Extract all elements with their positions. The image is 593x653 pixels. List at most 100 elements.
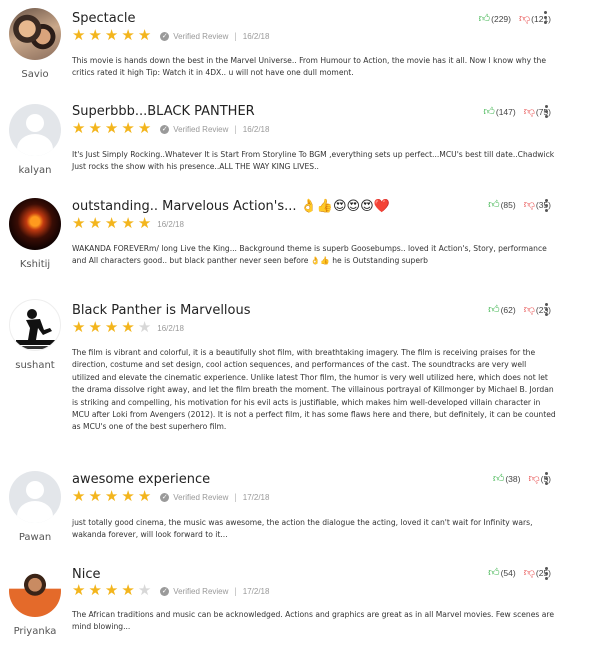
check-circle-icon: ✓: [160, 492, 170, 502]
thumbs-up-icon[interactable]: 👍︎: [479, 12, 491, 25]
avatar[interactable]: [9, 198, 61, 250]
kebab-menu-icon[interactable]: [544, 11, 548, 24]
kebab-menu-icon[interactable]: [545, 105, 549, 118]
vote-bar: 👍︎ (147) 👎︎ (75): [483, 105, 551, 118]
reviewer: Savio: [6, 8, 64, 80]
verified-label: Verified Review: [173, 492, 229, 502]
kebab-menu-icon[interactable]: [545, 199, 549, 212]
thumbs-down-icon[interactable]: 👎︎: [524, 303, 535, 316]
star-icon: ★: [88, 488, 102, 505]
divider: |: [234, 31, 237, 41]
vote-bar: 👍︎ (54) 👎︎ (25): [488, 566, 551, 579]
thumbs-down-icon[interactable]: 👎︎: [519, 12, 530, 25]
username[interactable]: Pawan: [6, 532, 64, 543]
divider: |: [234, 586, 237, 596]
star-rating: ★ ★ ★ ★ ★: [72, 120, 151, 137]
review-text: It's Just Simply Rocking..Whatever It is…: [72, 150, 555, 172]
reviewer: Kshitij: [6, 198, 64, 270]
username[interactable]: sushant: [6, 360, 64, 371]
kebab-menu-icon[interactable]: [545, 303, 549, 316]
review-title: Nice: [72, 567, 101, 582]
review-title: outstanding.. Marvelous Action's... 👌👍😍😍…: [72, 199, 390, 214]
review-meta: ★ ★ ★ ★ ★ ✓ Verified Review | 17/2/18: [72, 582, 270, 599]
review-meta: ★ ★ ★ ★ ★ 16/2/18: [72, 319, 184, 336]
review-date: 16/2/18: [157, 219, 184, 229]
review-date: 17/2/18: [242, 586, 270, 596]
username[interactable]: Savio: [6, 69, 64, 80]
username[interactable]: kalyan: [6, 165, 64, 176]
reviewer: sushant: [6, 299, 64, 371]
verified-label: Verified Review: [173, 586, 229, 596]
star-icon: ★: [104, 488, 119, 505]
divider: |: [234, 492, 237, 502]
star-icon: ★: [121, 319, 135, 336]
thumbs-down-icon[interactable]: 👎︎: [524, 198, 535, 211]
username[interactable]: Priyanka: [6, 626, 64, 637]
star-icon: ★: [88, 319, 102, 336]
kebab-menu-icon[interactable]: [545, 472, 549, 485]
star-rating: ★ ★ ★ ★ ★: [72, 215, 152, 232]
review-meta: ★ ★ ★ ★ ★ ✓ Verified Review | 16/2/18: [72, 27, 270, 44]
review-text: just totally good cinema, the music was …: [72, 518, 533, 540]
reviewer: Priyanka: [6, 565, 64, 637]
avatar[interactable]: [9, 104, 61, 156]
thumbs-up-icon[interactable]: 👍︎: [493, 472, 505, 485]
star-icon: ★: [104, 120, 119, 137]
review-text: This movie is hands down the best in the…: [72, 56, 547, 78]
upvote-count: (54): [500, 567, 516, 578]
star-icon: ★: [121, 27, 135, 44]
check-circle-icon: ✓: [160, 124, 170, 134]
username[interactable]: Kshitij: [6, 259, 64, 270]
thumbs-up-icon[interactable]: 👍︎: [488, 198, 500, 211]
review-text: WAKANDA FOREVERm/ long Live the King... …: [72, 244, 547, 266]
review-card: Priyanka Nice ★ ★ ★ ★ ★ ✓ Verified Revie…: [0, 562, 593, 653]
thumbs-down-icon[interactable]: 👎︎: [524, 566, 535, 579]
star-icon: ★: [104, 27, 119, 44]
star-icon: ★: [137, 215, 152, 232]
vote-bar: 👍︎ (229) 👎︎ (121): [479, 12, 551, 25]
check-circle-icon: ✓: [160, 31, 170, 41]
star-icon: ★: [137, 488, 152, 505]
star-icon: ★: [104, 582, 119, 599]
thumbs-up-icon[interactable]: 👍︎: [488, 303, 500, 316]
vote-bar: 👍︎ (38) 👎︎ (5): [493, 472, 551, 485]
star-icon: ★: [121, 582, 135, 599]
avatar[interactable]: [9, 8, 61, 60]
avatar[interactable]: [9, 471, 61, 523]
downvote-count: (121): [531, 13, 551, 24]
thumbs-down-icon[interactable]: 👎︎: [524, 105, 535, 118]
vote-bar: 👍︎ (62) 👎︎ (23): [488, 303, 551, 316]
review-meta: ★ ★ ★ ★ ★ ✓ Verified Review | 17/2/18: [72, 488, 270, 505]
star-icon: ★: [72, 488, 86, 505]
avatar[interactable]: [9, 565, 61, 617]
star-icon: ★: [121, 120, 135, 137]
review-date: 17/2/18: [242, 492, 270, 502]
review-title: Superbbb...BLACK PANTHER: [72, 104, 255, 119]
review-text: The African traditions and music can be …: [72, 610, 555, 632]
review-date: 16/2/18: [242, 124, 270, 134]
verified-badge: ✓ Verified Review: [160, 31, 228, 41]
review-meta: ★ ★ ★ ★ ★ 16/2/18: [72, 215, 184, 232]
review-meta: ★ ★ ★ ★ ★ ✓ Verified Review | 16/2/18: [72, 120, 270, 137]
thumbs-up-icon[interactable]: 👍︎: [488, 566, 500, 579]
thumbs-up-icon[interactable]: 👍︎: [483, 105, 495, 118]
star-rating: ★ ★ ★ ★ ★: [72, 27, 151, 44]
review-date: 16/2/18: [157, 323, 184, 333]
review-title: awesome experience: [72, 472, 211, 487]
vote-bar: 👍︎ (85) 👎︎ (35): [488, 198, 551, 211]
star-icon: ★: [72, 319, 86, 336]
review-title: Spectacle: [72, 11, 136, 26]
review-card: Savio Spectacle ★ ★ ★ ★ ★ ✓ Verified Rev…: [0, 0, 593, 95]
review-title: Black Panther is Marvellous: [72, 303, 251, 318]
avatar[interactable]: [9, 299, 61, 351]
star-icon: ★: [104, 215, 119, 232]
upvote-count: (38): [505, 473, 521, 484]
review-date: 16/2/18: [242, 31, 270, 41]
thumbs-down-icon[interactable]: 👎︎: [528, 472, 539, 485]
review-card: Pawan awesome experience ★ ★ ★ ★ ★ ✓ Ver…: [0, 466, 593, 561]
kebab-menu-icon[interactable]: [545, 567, 549, 580]
star-icon: ★: [72, 27, 86, 44]
verified-badge: ✓ Verified Review: [160, 124, 228, 134]
review-card: kalyan Superbbb...BLACK PANTHER ★ ★ ★ ★ …: [0, 96, 593, 191]
review-card: Kshitij outstanding.. Marvelous Action's…: [0, 192, 593, 292]
